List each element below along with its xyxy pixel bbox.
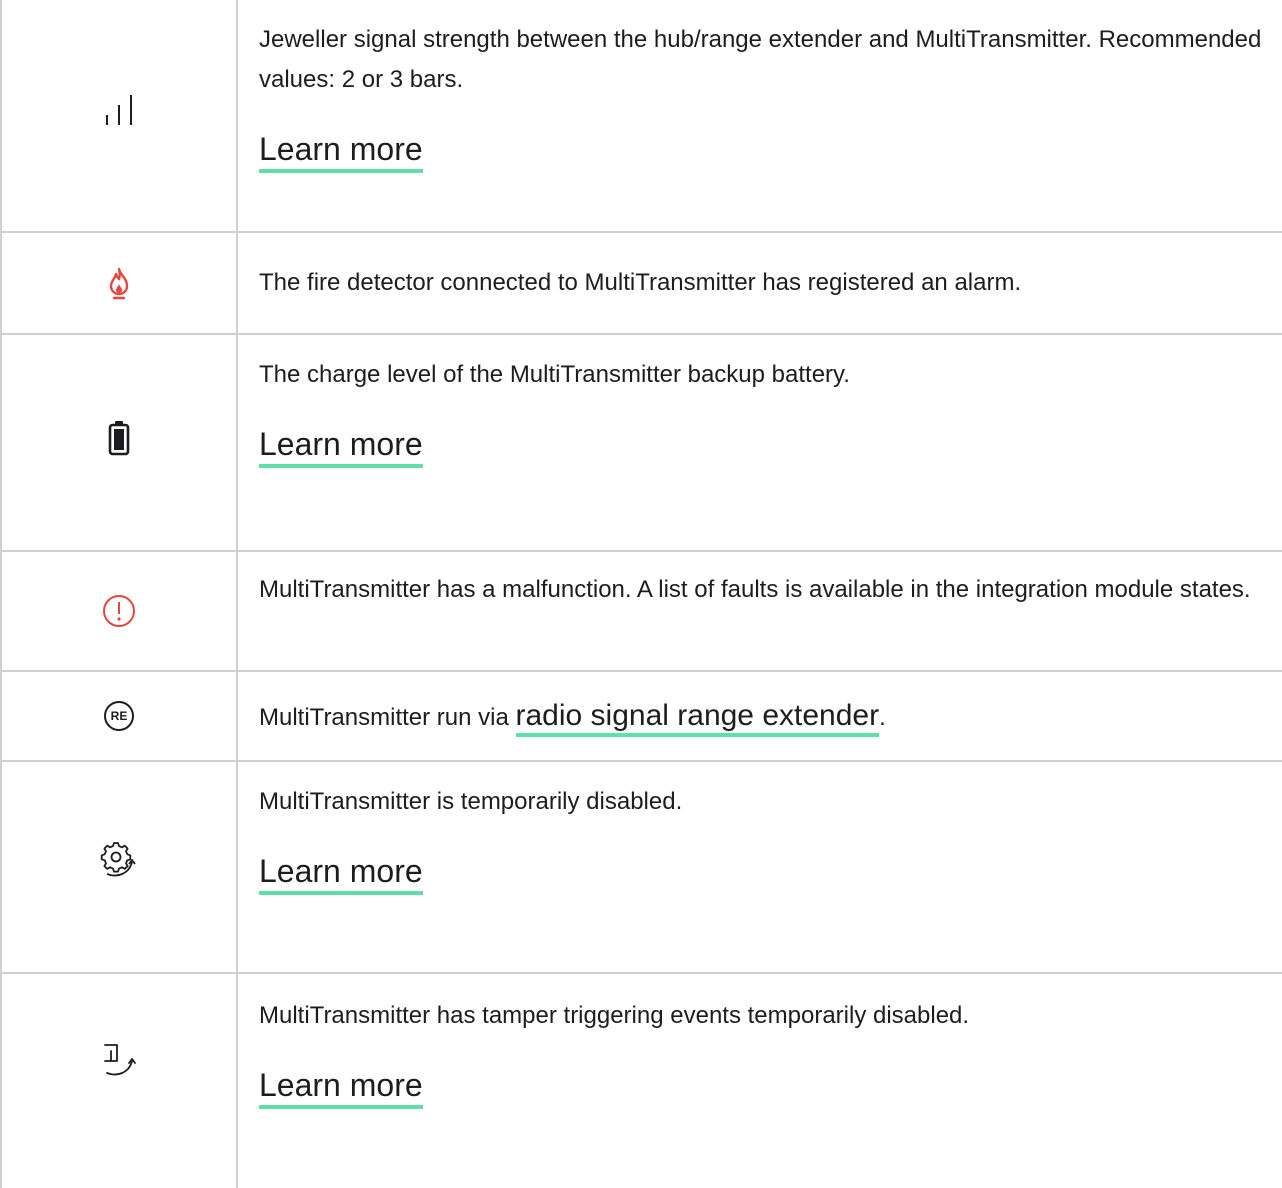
learn-more-link[interactable]: Learn more — [259, 1066, 423, 1109]
icon-cell — [2, 233, 236, 333]
icons-table: Jeweller signal strength between the hub… — [0, 0, 1282, 1188]
row-description: MultiTransmitter run via radio signal ra… — [259, 694, 1264, 740]
table-row: The charge level of the MultiTransmitter… — [2, 335, 1282, 552]
learn-more-link[interactable]: Learn more — [259, 130, 423, 173]
range-extender-icon-label: RE — [110, 709, 128, 723]
row-description: The charge level of the MultiTransmitter… — [259, 361, 850, 388]
row-text-after: . — [879, 704, 886, 731]
battery-icon — [108, 420, 130, 456]
learn-more-link[interactable]: Learn more — [259, 425, 423, 468]
row-description: The fire detector connected to MultiTran… — [259, 269, 1022, 296]
icon-cell — [2, 762, 236, 972]
icon-cell — [2, 552, 236, 670]
learn-more-link[interactable]: Learn more — [259, 852, 423, 895]
row-description: MultiTransmitter is temporarily disabled… — [259, 788, 683, 815]
fire-icon — [105, 266, 133, 300]
icon-cell — [2, 335, 236, 550]
table-row: RE MultiTransmitter run via radio signal… — [2, 672, 1282, 762]
row-description: Jeweller signal strength between the hub… — [259, 26, 1262, 93]
gear-disabled-icon — [99, 840, 139, 880]
icon-cell: RE — [2, 672, 236, 760]
table-row: Jeweller signal strength between the hub… — [2, 0, 1282, 233]
row-text-before: MultiTransmitter run via — [259, 704, 516, 731]
row-description: MultiTransmitter has a malfunction. A li… — [259, 576, 1251, 603]
range-extender-icon: RE — [103, 700, 135, 732]
signal-bars-icon — [99, 91, 139, 131]
table-row: The fire detector connected to MultiTran… — [2, 233, 1282, 335]
row-description: MultiTransmitter has tamper triggering e… — [259, 1002, 970, 1029]
icon-cell — [2, 974, 236, 1164]
exclamation-circle-icon — [102, 594, 136, 628]
range-extender-link[interactable]: radio signal range extender — [515, 699, 880, 737]
table-row: MultiTransmitter has a malfunction. A li… — [2, 552, 1282, 672]
tamper-disabled-icon — [99, 1039, 139, 1079]
table-row: MultiTransmitter is temporarily disabled… — [2, 762, 1282, 974]
icon-cell — [2, 0, 236, 231]
table-row: MultiTransmitter has tamper triggering e… — [2, 974, 1282, 1188]
